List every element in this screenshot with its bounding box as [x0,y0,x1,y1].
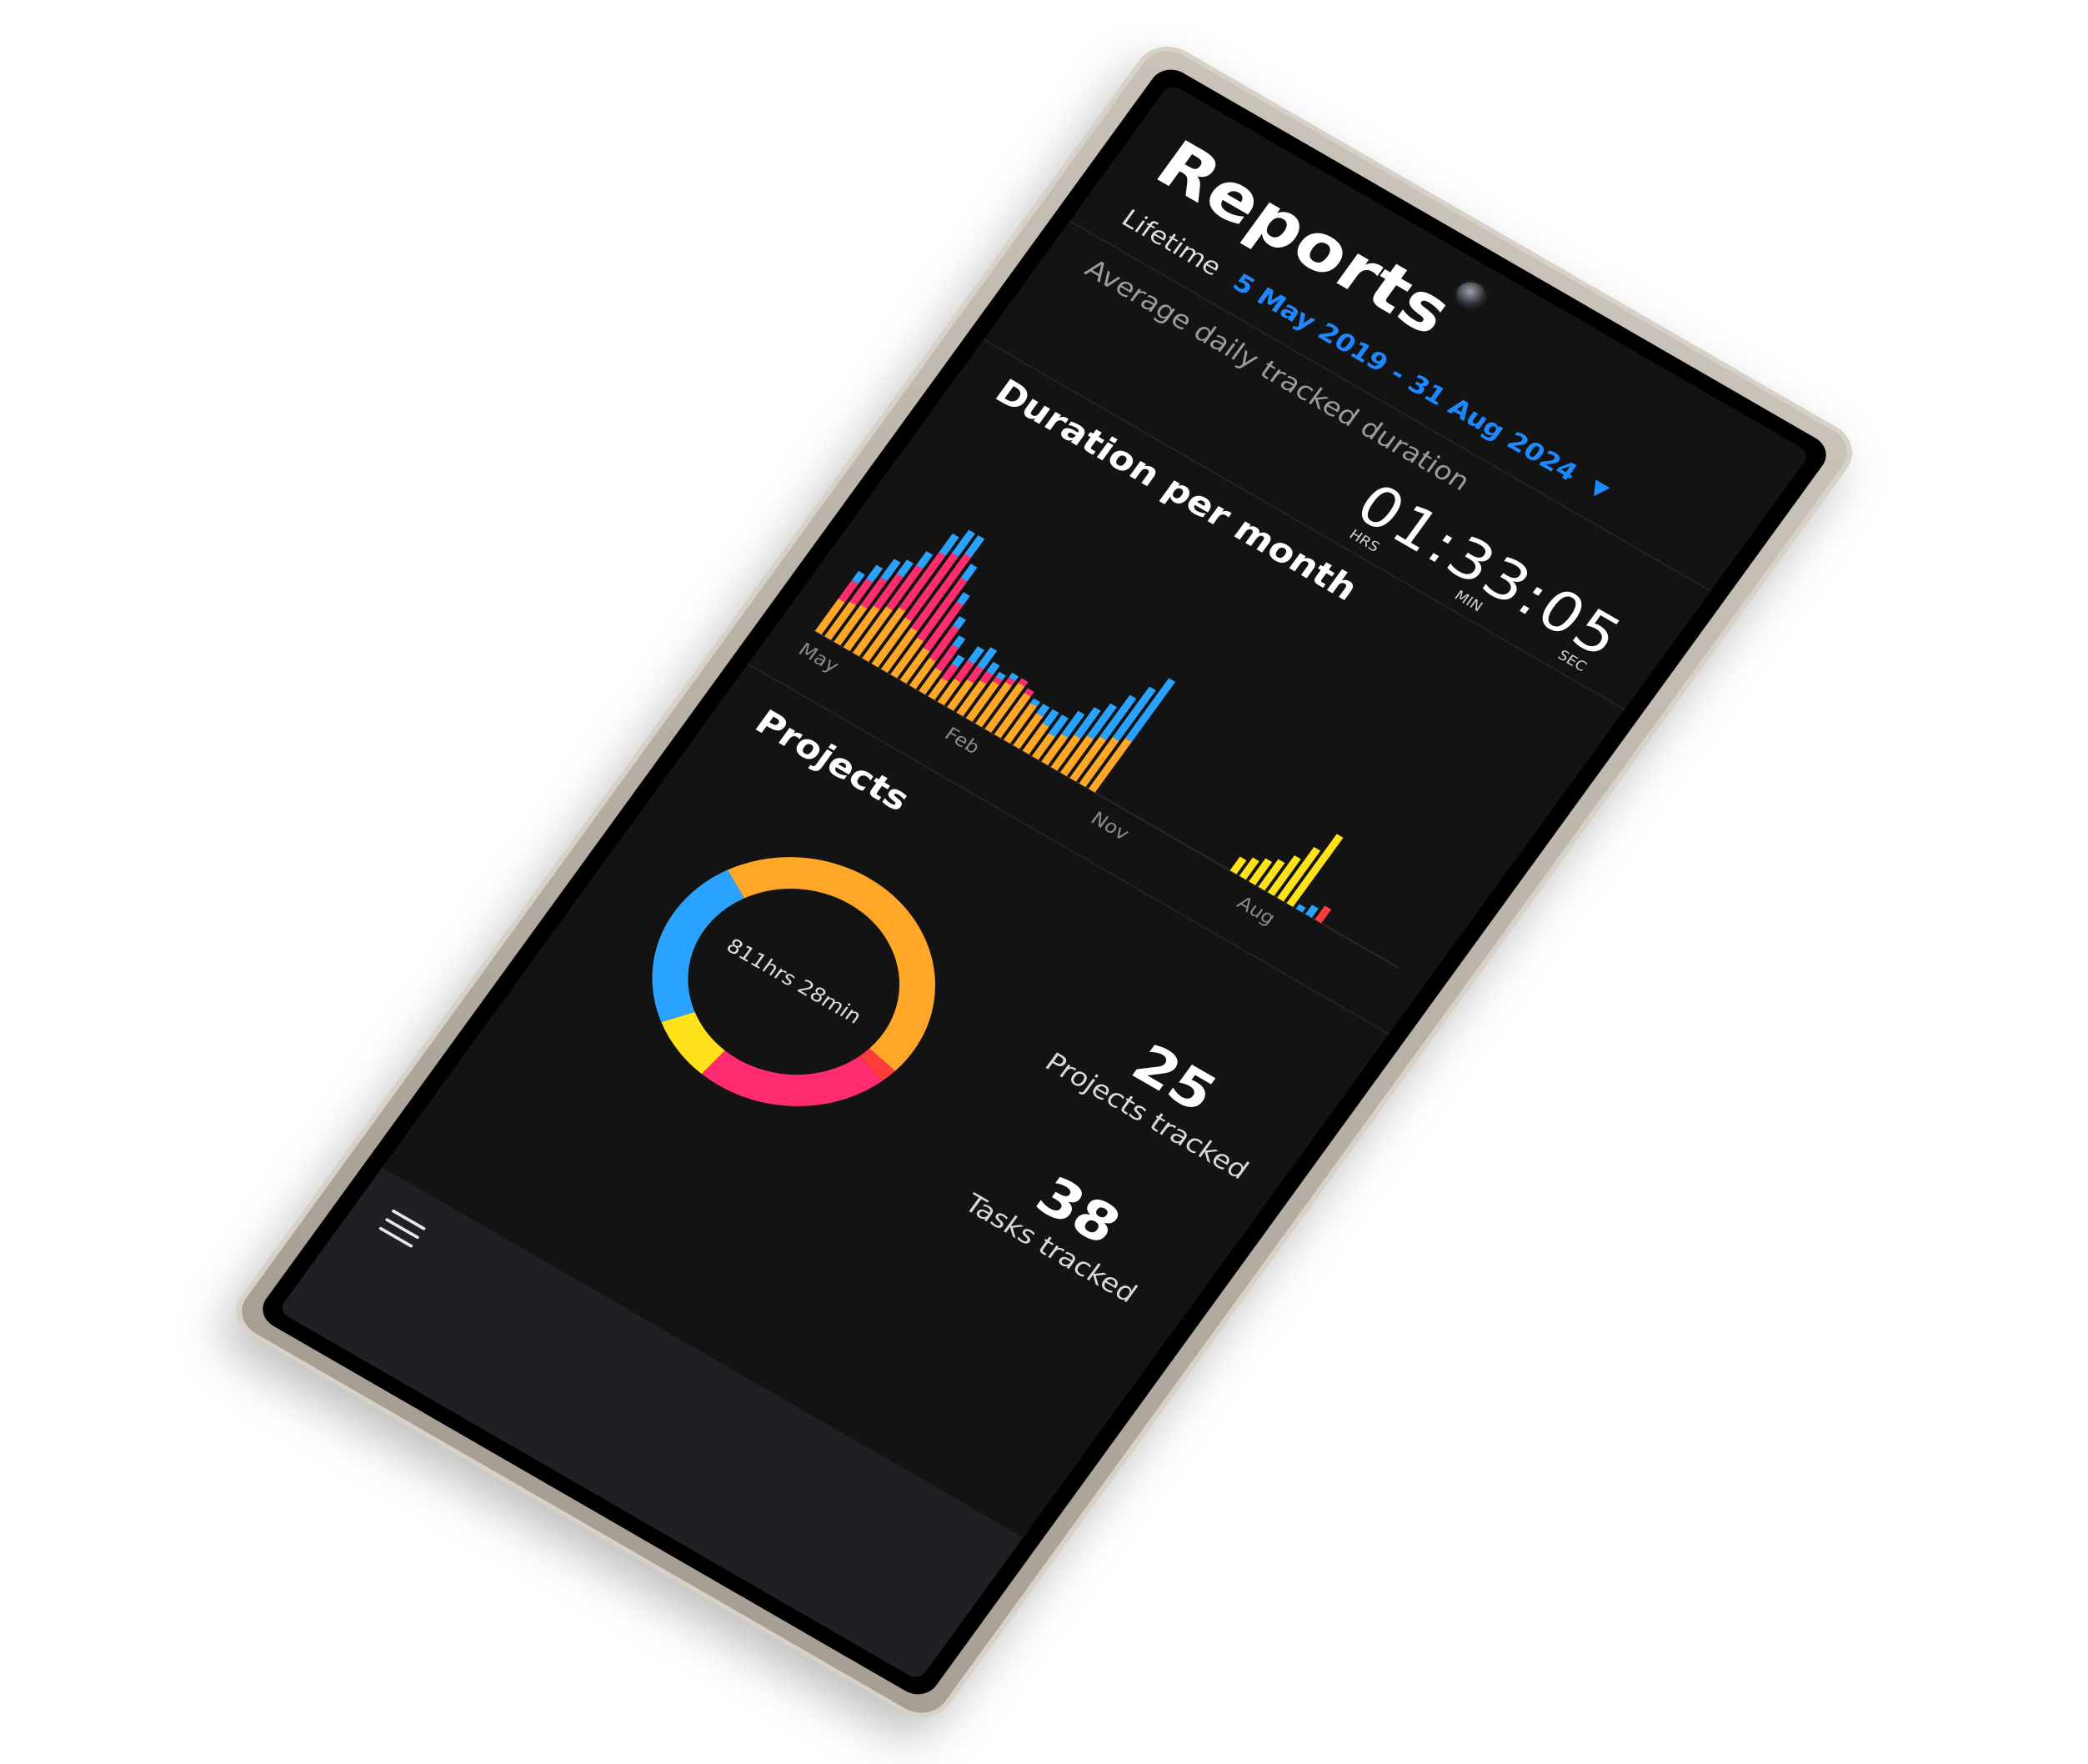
donut-center-label: 811hrs 28min [721,935,866,1029]
menu-icon[interactable] [377,1209,426,1249]
caret-down-icon[interactable]: ▼ [1585,476,1613,503]
x-tick-label: Feb [940,724,983,758]
bar-segment [1295,904,1306,913]
phone-bezel: Reports Lifetime 5 May 2019 - 31 Aug 202… [253,62,1835,1702]
bar-segment [1304,905,1319,918]
y-tick-label: 46 [1505,874,1539,904]
x-tick-label: May [794,639,843,677]
y-tick-label: 92 [1581,769,1614,798]
app-screen: Reports Lifetime 5 May 2019 - 31 Aug 202… [277,83,1811,1681]
phone-device: Reports Lifetime 5 May 2019 - 31 Aug 202… [223,35,1865,1729]
bar-segment [1285,834,1344,907]
projects-donut[interactable]: 811hrs 28min [582,794,1005,1169]
x-tick-label: Nov [1086,809,1132,845]
x-tick-label: Aug [1233,893,1279,930]
y-tick-label: 0 [1428,980,1451,1004]
